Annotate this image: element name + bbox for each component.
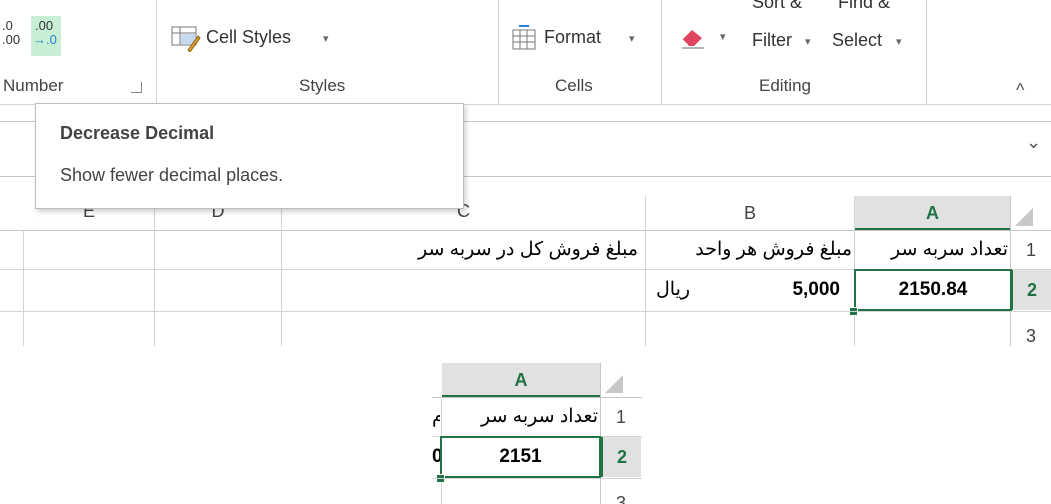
- row-header-1[interactable]: 1: [601, 398, 641, 436]
- cell-a1[interactable]: تعداد سربه سر: [442, 398, 598, 436]
- format-label: Format: [544, 27, 602, 47]
- sort-filter-label-line2: Filter: [752, 30, 792, 50]
- cell-a2-selected[interactable]: 2151: [440, 436, 601, 478]
- group-separator: [926, 0, 927, 104]
- gridline: [0, 311, 1051, 312]
- collapse-ribbon-icon[interactable]: ^: [1016, 80, 1024, 101]
- gridline: [281, 196, 282, 346]
- cell-a2-selected[interactable]: 2150.84: [854, 269, 1012, 311]
- select-all-triangle-icon: [605, 375, 623, 393]
- format-icon: [512, 25, 536, 50]
- sort-filter-button[interactable]: Sort & Filter ▾: [752, 0, 832, 58]
- ribbon: .0 .00 .00 →.0 Number Cell Styles ▾ Styl…: [0, 0, 1051, 104]
- group-label-styles: Styles: [299, 76, 346, 95]
- decrease-decimal-icon-bottom: →.0: [33, 32, 57, 47]
- cell-b1-fragment: م: [432, 406, 440, 427]
- gridline: [432, 478, 642, 479]
- find-select-button[interactable]: Find & Select ▾: [832, 0, 922, 58]
- chevron-down-icon: ▾: [896, 36, 902, 48]
- increase-decimal-icon-bottom: .00: [2, 32, 21, 47]
- row-header-2[interactable]: 2: [1011, 270, 1051, 310]
- group-separator: [661, 0, 662, 104]
- cell-b1[interactable]: مبلغ فروش هر واحد: [646, 231, 852, 269]
- group-label-number: Number: [3, 76, 64, 95]
- chevron-down-icon: ▾: [323, 33, 329, 45]
- formula-bar-expand-icon[interactable]: ⌄: [1026, 132, 1041, 153]
- group-label-editing: Editing: [759, 76, 811, 95]
- tooltip-title: Decrease Decimal: [60, 123, 215, 143]
- cell-styles-label: Cell Styles: [206, 27, 292, 47]
- chevron-down-icon: ▾: [629, 33, 635, 45]
- eraser-icon: [681, 30, 704, 49]
- cell-b2-fragment: 0: [432, 446, 440, 467]
- group-separator: [498, 0, 499, 104]
- group-label-cells: Cells: [555, 76, 593, 95]
- column-header-b[interactable]: B: [646, 196, 854, 230]
- number-format-dialog-launcher-icon[interactable]: [131, 82, 142, 93]
- decrease-decimal-icon: .00: [35, 18, 54, 33]
- chevron-down-icon: ▾: [805, 36, 811, 48]
- cell-c1[interactable]: مبلغ فروش کل در سربه سر: [282, 231, 638, 269]
- cell-b2-unit: ریال: [656, 279, 691, 300]
- row-header-2[interactable]: 2: [601, 437, 641, 477]
- select-all-triangle-icon: [1015, 208, 1033, 226]
- column-header-a[interactable]: A: [442, 363, 600, 397]
- sheet-top: E D C B A 1 مبلغ فروش کل در سربه سر مبلغ…: [0, 196, 1051, 346]
- tooltip-description: Show fewer decimal places.: [60, 165, 284, 185]
- increase-decimal-button[interactable]: .0 .00: [2, 18, 28, 58]
- gridline: [645, 196, 646, 346]
- cell-b2[interactable]: 5,000: [730, 270, 840, 310]
- decrease-decimal-button[interactable]: .00 →.0: [31, 16, 61, 56]
- gridline: [23, 230, 24, 346]
- row-header-3[interactable]: 3: [1011, 326, 1051, 346]
- select-all-corner[interactable]: [601, 363, 641, 397]
- gridline: [154, 196, 155, 346]
- tooltip-decrease-decimal: Decrease Decimal Show fewer decimal plac…: [35, 103, 464, 209]
- increase-decimal-icon: .0: [2, 18, 13, 33]
- cell-styles-button[interactable]: Cell Styles ▾: [171, 24, 341, 56]
- row-header-3[interactable]: 3: [601, 493, 641, 504]
- cell-a1[interactable]: تعداد سربه سر: [855, 231, 1008, 269]
- row-header-1[interactable]: 1: [1011, 231, 1051, 269]
- clear-button[interactable]: ▾: [676, 22, 734, 56]
- select-all-corner[interactable]: [1011, 196, 1051, 230]
- format-button[interactable]: Format ▾: [511, 24, 646, 56]
- column-header-a[interactable]: A: [855, 196, 1010, 230]
- cell-styles-icon: [171, 26, 201, 52]
- sort-filter-label-line1: Sort &: [752, 0, 803, 12]
- find-select-label-line1: Find &: [838, 0, 891, 12]
- sheet-bottom: A م تعداد سربه سر 1 0 2151 2 3: [432, 363, 672, 504]
- find-select-label-line2: Select: [832, 30, 883, 50]
- group-separator: [156, 0, 157, 104]
- chevron-down-icon: ▾: [720, 31, 726, 43]
